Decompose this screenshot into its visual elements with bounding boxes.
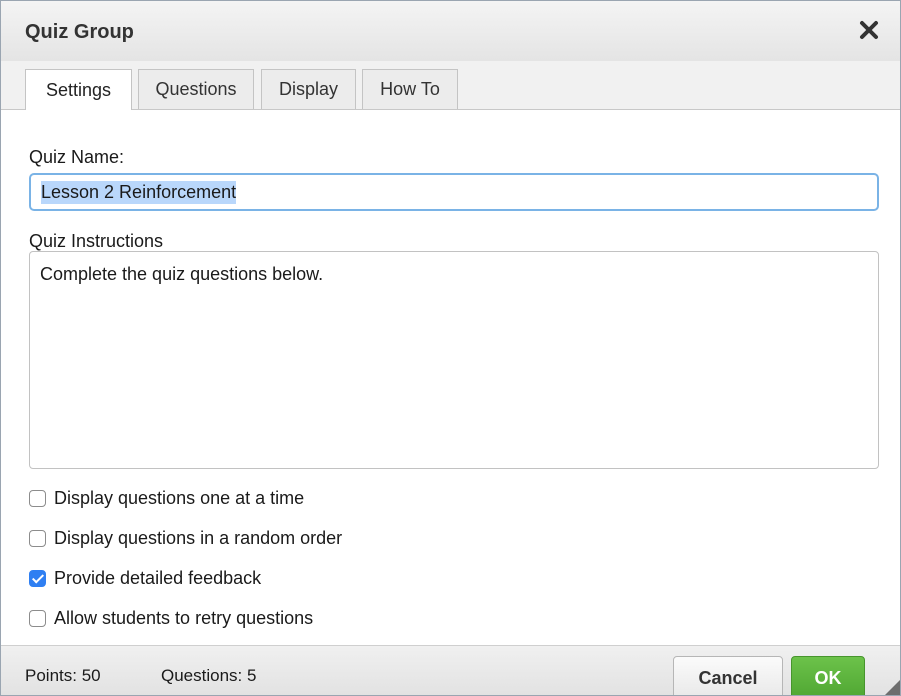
resize-grip-icon[interactable] xyxy=(884,680,900,695)
dialog-footer: Points: 50 Questions: 5 Cancel OK xyxy=(1,645,900,695)
checkbox-one-at-a-time[interactable] xyxy=(29,489,46,507)
dialog-titlebar[interactable]: Quiz Group xyxy=(1,1,900,62)
checkbox-retry-questions[interactable] xyxy=(29,609,46,627)
quiz-name-label: Quiz Name: xyxy=(29,147,125,167)
quiz-instructions-label: Quiz Instructions xyxy=(29,231,164,251)
dialog-title: Quiz Group xyxy=(25,21,134,43)
option-random-order-label: Display questions in a random order xyxy=(54,527,343,548)
quiz-group-dialog: Quiz Group Settings Questions Display Ho… xyxy=(0,0,901,696)
cancel-button[interactable]: Cancel xyxy=(673,656,783,695)
option-one-at-a-time-label: Display questions one at a time xyxy=(54,487,305,508)
option-random-order[interactable]: Display questions in a random order xyxy=(29,526,342,550)
checkbox-random-order[interactable] xyxy=(29,529,46,547)
option-retry-questions[interactable]: Allow students to retry questions xyxy=(29,606,313,630)
close-icon[interactable] xyxy=(854,15,884,45)
tab-bar: Settings Questions Display How To xyxy=(1,61,900,110)
tab-display[interactable]: Display xyxy=(261,69,356,109)
option-one-at-a-time[interactable]: Display questions one at a time xyxy=(29,486,304,510)
quiz-instructions-textarea[interactable]: Complete the quiz questions below. xyxy=(29,251,879,469)
checkbox-detailed-feedback[interactable] xyxy=(29,569,46,587)
quiz-name-value[interactable]: Lesson 2 Reinforcement xyxy=(41,181,237,204)
option-retry-questions-label: Allow students to retry questions xyxy=(54,607,314,628)
option-detailed-feedback[interactable]: Provide detailed feedback xyxy=(29,566,261,590)
tab-how-to[interactable]: How To xyxy=(362,69,458,109)
questions-count: Questions: 5 xyxy=(161,666,257,685)
ok-button[interactable]: OK xyxy=(791,656,865,695)
tab-settings[interactable]: Settings xyxy=(25,69,132,110)
option-detailed-feedback-label: Provide detailed feedback xyxy=(54,567,262,588)
points-count: Points: 50 xyxy=(25,666,101,685)
tab-questions[interactable]: Questions xyxy=(138,69,254,109)
